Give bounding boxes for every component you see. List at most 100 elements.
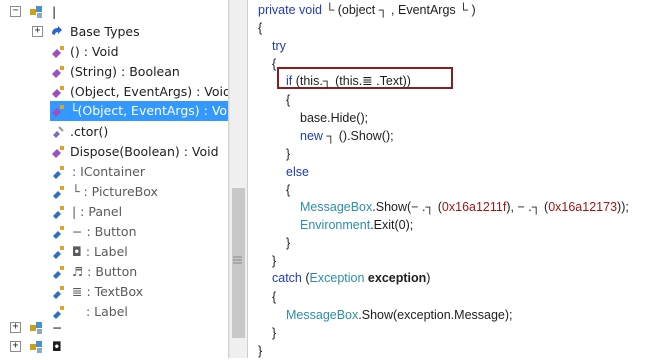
code-line: } [272, 252, 276, 270]
code-token: base.Hide(); [300, 111, 369, 125]
tree-item-label: └(Object, EventArgs) : Void [70, 103, 228, 118]
method-icon [50, 144, 66, 160]
tree-root-row[interactable]: − | [10, 2, 210, 22]
tree-item-label: | : Panel [72, 204, 123, 219]
code-line: { [272, 288, 276, 306]
tree-sibling-label: − [52, 320, 63, 335]
code-token: .Show(exception.Message); [358, 308, 513, 322]
code-token: else [286, 165, 309, 179]
code-token: ┐ ().Show(); [322, 129, 394, 143]
tree-sibling-row[interactable]: + ◘ [10, 337, 210, 357]
collapse-toggle-icon[interactable]: − [10, 6, 21, 17]
tree-item-label: (String) : Boolean [70, 64, 180, 79]
constructor-icon [50, 124, 66, 140]
code-line: base.Hide(); [300, 109, 368, 127]
method-icon [50, 84, 66, 100]
code-line: } [272, 324, 276, 342]
field-icon [50, 284, 66, 300]
tree-item-label: (Object, EventArgs) : Void [70, 84, 228, 99]
code-line: catch (Exception exception) [272, 269, 430, 287]
method-icon [50, 64, 66, 80]
code-line: new ┐ ().Show(); [300, 127, 394, 145]
code-token: 0x16a1211f [441, 200, 507, 214]
code-token: } [286, 236, 291, 250]
code-token: { [286, 93, 291, 107]
code-line: MessageBox.Show(− .┐ (0x16a1211f), − .┐ … [300, 198, 629, 216]
code-token: { [286, 183, 291, 197]
base-types-icon [49, 24, 65, 40]
code-token: ), − .┐ ( [506, 200, 549, 214]
tree-root-label: | [52, 4, 57, 19]
code-token: .Exit(0); [370, 218, 414, 232]
code-token: ) [426, 271, 431, 285]
tree-item-label: Dispose(Boolean) : Void [70, 144, 219, 159]
code-token: MessageBox [300, 200, 373, 214]
grip-icon [233, 255, 242, 265]
code-line: } [286, 234, 290, 252]
tree-sibling-label: ◘ [52, 339, 62, 354]
code-token: } [258, 344, 263, 358]
code-line: try [272, 37, 286, 55]
tree-item-label: − : Button [72, 224, 137, 239]
code-token: { [272, 290, 277, 304]
base-types-label: Base Types [70, 24, 140, 39]
code-token: └ (object ┐ , EventArgs └ ) [321, 3, 476, 17]
tree-sibling-row[interactable]: + − [10, 318, 210, 338]
expand-toggle-icon[interactable]: + [32, 26, 43, 37]
code-token: new [300, 129, 323, 143]
code-token: { [258, 21, 263, 35]
decompiler-window: − | + Base Types () : Void (String) : Boo… [0, 0, 650, 358]
field-icon [50, 244, 66, 260]
code-line: Environment.Exit(0); [300, 216, 413, 234]
code-token: (this.┐ (this.≣ .Text)) [292, 74, 411, 88]
tree-item-label: .ctor() [70, 124, 109, 139]
tree-base-types[interactable]: + Base Types [32, 22, 222, 42]
code-line: private void └ (object ┐ , EventArgs └ ) [258, 1, 476, 19]
method-icon [50, 103, 66, 119]
code-token: .Show(− .┐ ( [372, 200, 442, 214]
class-icon [28, 339, 44, 355]
method-icon [50, 44, 66, 60]
code-line: } [286, 145, 290, 163]
field-icon [50, 204, 66, 220]
code-token: } [272, 254, 277, 268]
tree-item-label: └ : PictureBox [72, 184, 158, 199]
code-token: try [272, 39, 286, 53]
class-icon [28, 320, 44, 336]
field-icon [50, 184, 66, 200]
tree-item-label: : IContainer [72, 164, 145, 179]
code-line: if (this.┐ (this.≣ .Text)) [286, 72, 411, 90]
code-token: } [272, 326, 277, 340]
code-token: { [272, 57, 277, 71]
tree-item-label: () : Void [70, 44, 119, 59]
expand-toggle-icon[interactable]: + [10, 341, 21, 352]
code-line: { [286, 181, 290, 199]
tree-item-selected[interactable]: └(Object, EventArgs) : Void [50, 101, 228, 121]
field-icon [50, 164, 66, 180]
code-line: { [258, 19, 262, 37]
tree-item-label: ♬ : Button [72, 264, 138, 279]
code-line: } [258, 342, 262, 360]
code-token: 0x16a12173 [548, 200, 618, 214]
code-token: ( [301, 271, 310, 285]
code-token: Exception [309, 271, 365, 285]
code-token: private void [258, 3, 322, 17]
code-token: } [286, 147, 291, 161]
assembly-tree[interactable]: − | + Base Types () : Void (String) : Boo… [0, 0, 228, 358]
tree-item-label: ◘ : Label [72, 244, 128, 259]
field-icon [50, 264, 66, 280]
code-line: { [286, 91, 290, 109]
tree-item-label: ≣ : TextBox [72, 284, 144, 299]
class-icon [28, 4, 44, 20]
code-line: MessageBox.Show(exception.Message); [286, 306, 513, 324]
expand-toggle-icon[interactable]: + [10, 322, 21, 333]
code-view[interactable]: private void └ (object ┐ , EventArgs └ )… [248, 0, 650, 358]
code-token: exception [367, 271, 427, 285]
code-token: MessageBox [286, 308, 359, 322]
code-token: Environment [300, 218, 371, 232]
code-token: catch [272, 271, 302, 285]
tree-scrollbar[interactable] [229, 0, 247, 358]
code-line: { [272, 55, 276, 73]
code-token: )); [617, 200, 629, 214]
field-icon [50, 224, 66, 240]
